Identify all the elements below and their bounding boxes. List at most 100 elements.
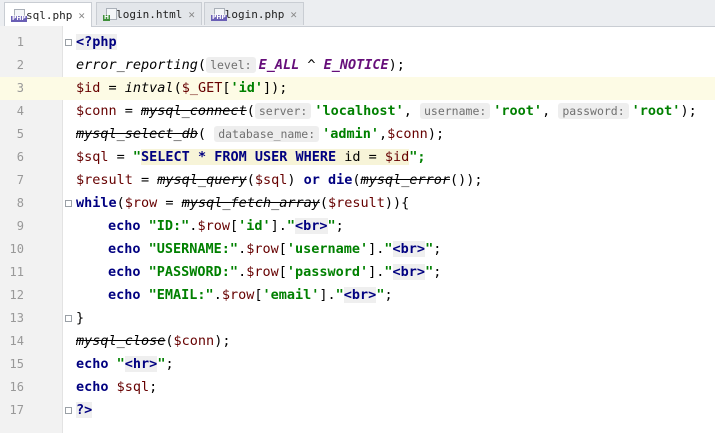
- code-line[interactable]: 15 echo "<hr>";: [0, 353, 715, 376]
- code-line[interactable]: 8 while($row = mysql_fetch_array($result…: [0, 192, 715, 215]
- string-literal: 'password': [286, 264, 369, 280]
- php-file-icon: PHP: [211, 7, 227, 21]
- code-line[interactable]: 9 echo "ID:".$row['id']."<br>";: [0, 215, 715, 238]
- line-number: 11: [9, 265, 24, 279]
- php-file-icon: PHP: [11, 8, 27, 22]
- tab-login-html[interactable]: H login.html ✕: [96, 2, 202, 25]
- parameter-hint: server:: [254, 103, 312, 119]
- editor-tab-bar: PHP sql.php ✕ H login.html ✕ PHP login.p…: [0, 0, 715, 27]
- function-name: intval: [124, 80, 174, 96]
- line-number: 12: [9, 288, 24, 302]
- sql-keywords: SELECT * FROM USER WHERE: [141, 149, 337, 165]
- deprecated-function: mysql_error: [360, 172, 450, 188]
- line-number: 1: [16, 35, 24, 49]
- code-line[interactable]: 6 $sql = "SELECT * FROM USER WHERE id = …: [0, 146, 715, 169]
- code-line[interactable]: 17 ?>: [0, 399, 715, 422]
- function-name: error_reporting: [76, 57, 198, 73]
- line-number: 6: [16, 150, 24, 164]
- tab-label: login.html: [116, 7, 183, 21]
- constant: E_ALL: [258, 57, 300, 73]
- html-tag: <hr>: [124, 356, 158, 372]
- deprecated-function: mysql_connect: [141, 103, 247, 119]
- fold-marker-icon[interactable]: [65, 200, 72, 207]
- string-literal: "PASSWORD:": [148, 264, 239, 280]
- code-line[interactable]: 5 mysql_select_db( database_name:'admin'…: [0, 123, 715, 146]
- fold-marker-icon[interactable]: [65, 315, 72, 322]
- line-number: 9: [16, 219, 24, 233]
- code-line[interactable]: 16 echo $sql;: [0, 376, 715, 399]
- string-literal: 'admin': [322, 126, 380, 142]
- tab-sql-php[interactable]: PHP sql.php ✕: [4, 2, 92, 27]
- string-literal: "ID:": [148, 218, 190, 234]
- line-number: 5: [16, 127, 24, 141]
- line-number: 10: [9, 242, 24, 256]
- tab-label: login.php: [224, 7, 285, 21]
- line-number: 3: [16, 81, 24, 95]
- fold-marker-icon[interactable]: [65, 407, 72, 414]
- variable: $id: [384, 149, 410, 165]
- code-line[interactable]: 12 echo "EMAIL:".$row['email']."<br>";: [0, 284, 715, 307]
- html-tag: <br>: [392, 264, 426, 280]
- variable: $sql: [254, 172, 288, 188]
- line-number: 14: [9, 334, 24, 348]
- fold-marker-icon[interactable]: [65, 39, 72, 46]
- variable: $sql: [116, 379, 150, 395]
- string-literal: "USERNAME:": [148, 241, 239, 257]
- parameter-hint: password:: [558, 103, 629, 119]
- string-literal: "EMAIL:": [148, 287, 214, 303]
- keyword: die: [328, 172, 353, 188]
- close-icon[interactable]: ✕: [78, 9, 85, 22]
- constant: E_NOTICE: [323, 57, 389, 73]
- close-icon[interactable]: ✕: [290, 8, 297, 21]
- php-close-tag: ?>: [76, 402, 93, 418]
- code-line[interactable]: 7 $result = mysql_query($sql) or die(mys…: [0, 169, 715, 192]
- string-literal: 'root': [631, 103, 681, 119]
- tab-label: sql.php: [26, 8, 73, 22]
- parameter-hint: level:: [206, 57, 256, 73]
- code-line[interactable]: 2 error_reporting(level: E_ALL ^ E_NOTICE…: [0, 54, 715, 77]
- close-icon[interactable]: ✕: [188, 8, 195, 21]
- line-number: 15: [9, 357, 24, 371]
- string-literal: 'id': [238, 218, 271, 234]
- variable: $conn: [387, 126, 428, 142]
- line-number: 7: [16, 173, 24, 187]
- closing-brace: }: [76, 310, 85, 326]
- code-line[interactable]: 4 $conn = mysql_connect(server:'localhos…: [0, 100, 715, 123]
- code-line[interactable]: 13 }: [0, 307, 715, 330]
- code-line[interactable]: 1 <?php: [0, 31, 715, 54]
- variable: $conn: [173, 333, 215, 349]
- string-literal: 'email': [262, 287, 320, 303]
- parameter-hint: username:: [419, 103, 491, 119]
- variable: $sql: [76, 149, 109, 165]
- code-line[interactable]: 14 mysql_close($conn);: [0, 330, 715, 353]
- code-editor[interactable]: 1 <?php 2 error_reporting(level: E_ALL ^ …: [0, 26, 715, 433]
- line-number: 8: [16, 196, 24, 210]
- line-number: 16: [9, 380, 24, 394]
- html-tag: <br>: [392, 241, 426, 257]
- html-tag: <br>: [343, 287, 377, 303]
- keyword: while: [76, 195, 117, 211]
- string-literal: 'id': [230, 80, 263, 96]
- code-line[interactable]: 11 echo "PASSWORD:".$row['password']."<b…: [0, 261, 715, 284]
- line-number: 2: [16, 58, 24, 72]
- deprecated-function: mysql_fetch_array: [181, 195, 320, 211]
- deprecated-function: mysql_select_db: [76, 126, 198, 142]
- keyword: or: [303, 172, 320, 188]
- code-line-current[interactable]: 3 $id = intval($_GET['id']);: [0, 77, 715, 100]
- string-literal: 'localhost': [314, 103, 404, 119]
- string-literal: 'root': [493, 103, 543, 119]
- deprecated-function: mysql_close: [76, 333, 166, 349]
- tab-login-php[interactable]: PHP login.php ✕: [204, 2, 304, 25]
- parameter-hint: database_name:: [214, 126, 320, 142]
- html-file-icon: H: [103, 7, 117, 21]
- line-number: 17: [9, 403, 24, 417]
- line-number: 4: [16, 104, 24, 118]
- string-literal: 'username': [286, 241, 369, 257]
- code-line[interactable]: 10 echo "USERNAME:".$row['username']."<b…: [0, 238, 715, 261]
- html-tag: <br>: [295, 218, 328, 234]
- deprecated-function: mysql_query: [157, 172, 247, 188]
- variable: $row: [124, 195, 158, 211]
- variable: $id: [76, 80, 101, 96]
- variable: $result: [328, 195, 385, 211]
- variable: $_GET: [181, 80, 223, 96]
